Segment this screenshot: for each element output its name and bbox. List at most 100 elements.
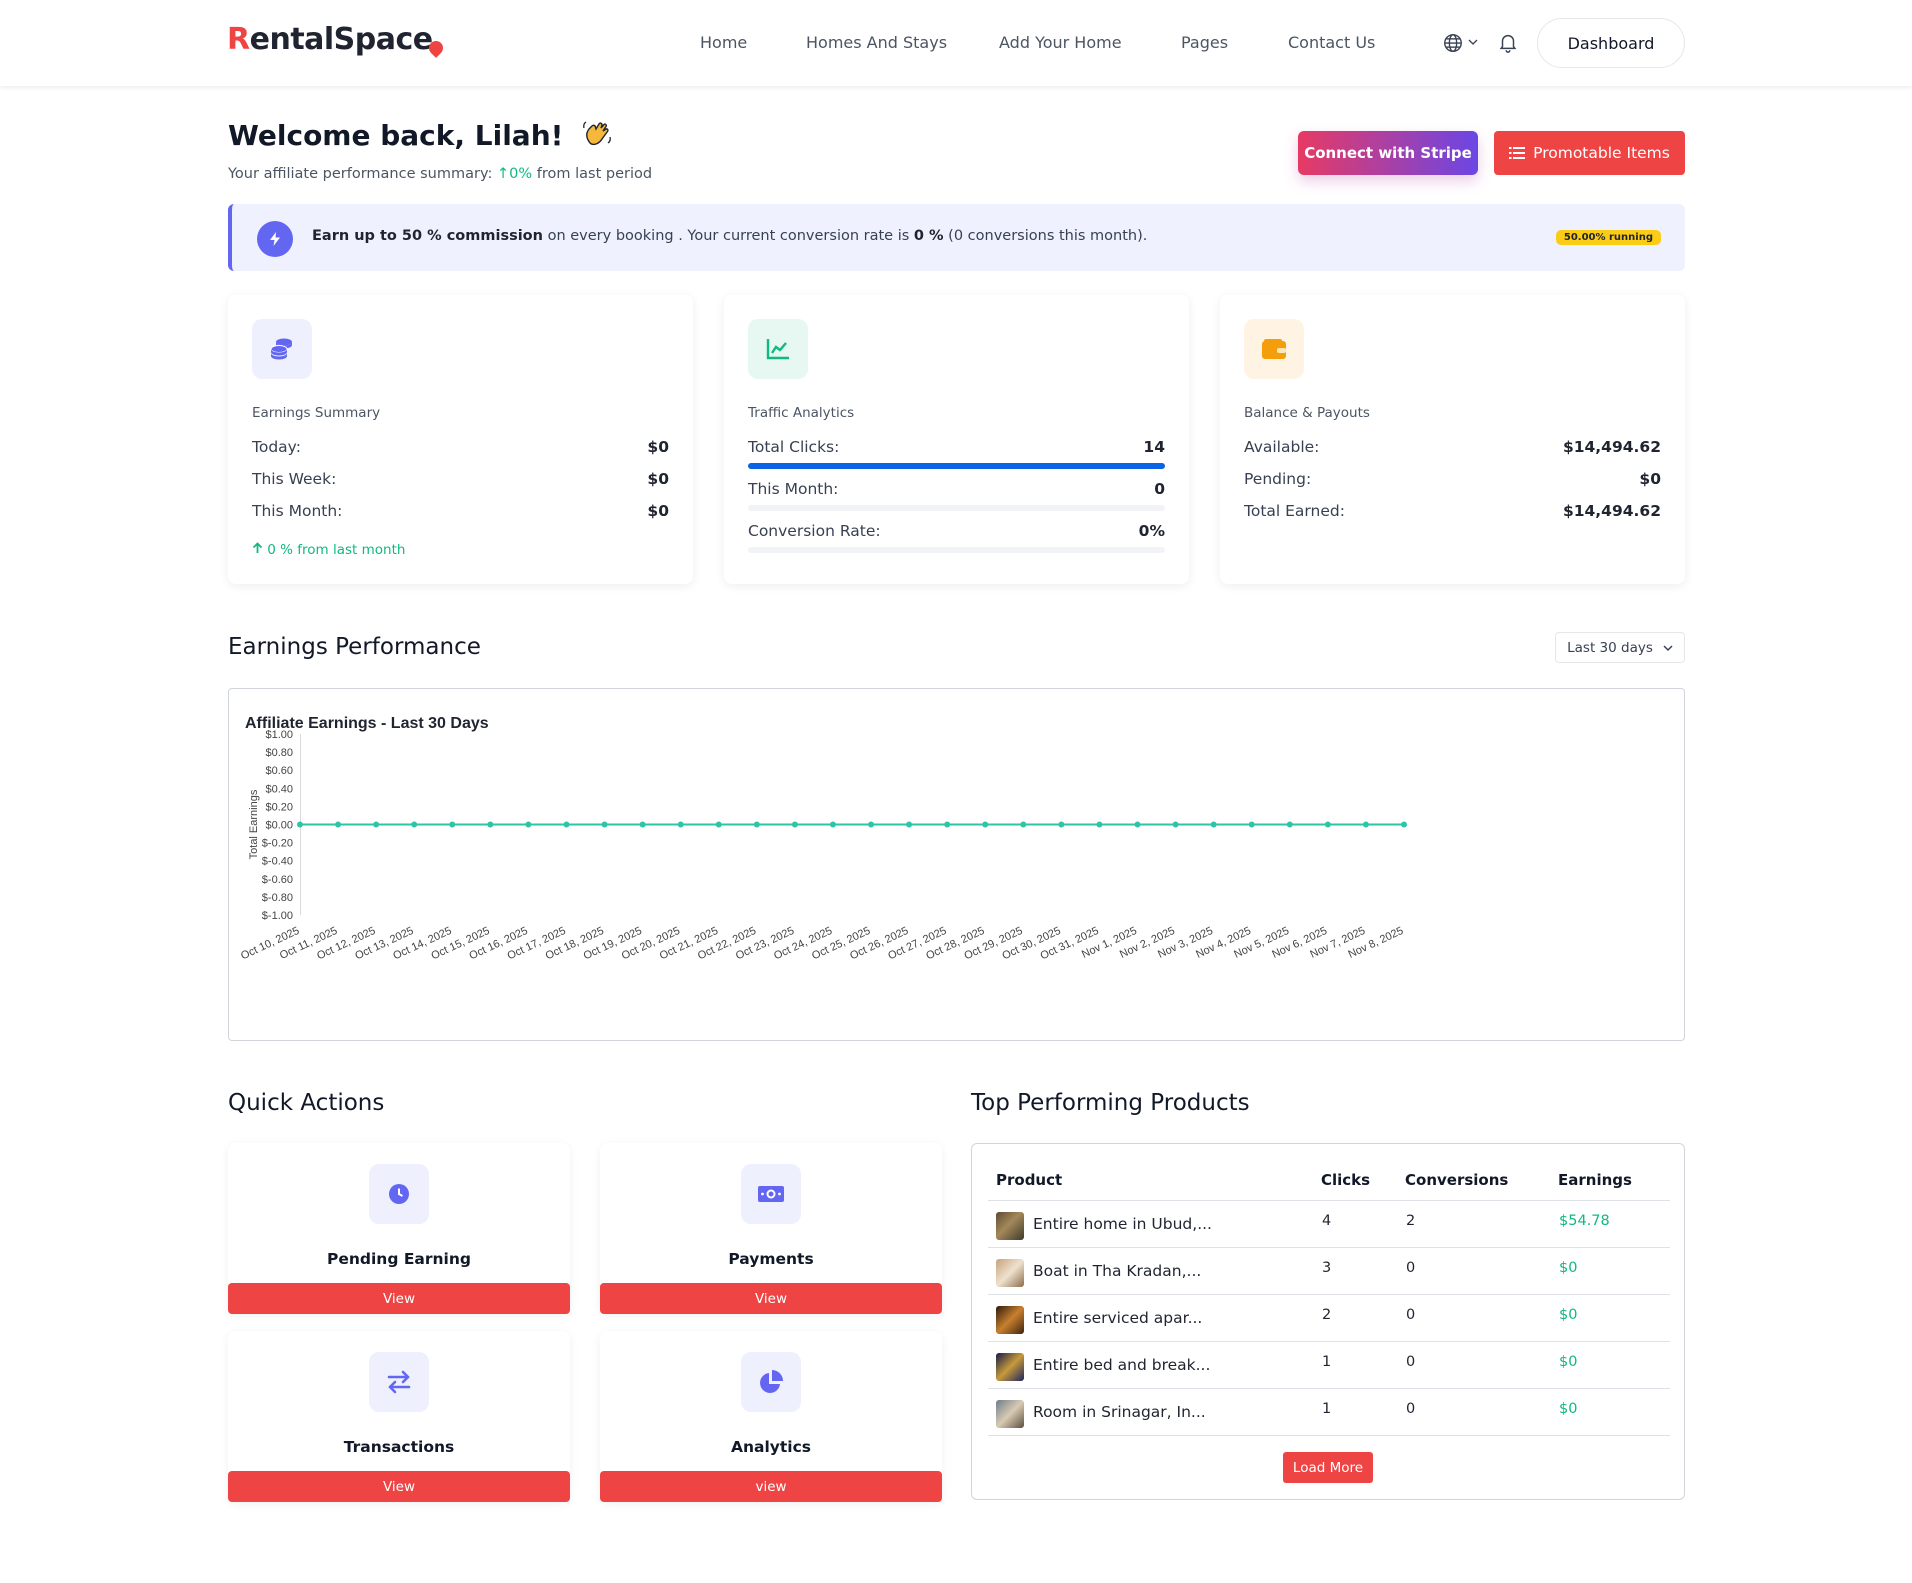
chevron-down-icon[interactable] — [1467, 36, 1479, 48]
table-row[interactable]: Entire home in Ubud,... 4 2 $54.78 — [988, 1200, 1670, 1247]
data-point — [1248, 821, 1255, 828]
analytics-view-button[interactable]: view — [600, 1471, 942, 1502]
column-header-conversions: Conversions — [1405, 1171, 1509, 1189]
quick-action-label: Pending Earning — [326, 1250, 471, 1268]
quick-action-label: Transactions — [343, 1438, 455, 1456]
running-badge: 50.00% running — [1555, 230, 1661, 245]
dashboard-button[interactable]: Dashboard — [1537, 18, 1685, 68]
bell-icon[interactable] — [1497, 31, 1519, 53]
y-tick-label: $-0.60 — [262, 874, 293, 886]
balance-payouts-card: Balance & Payouts Available: $14,494.62 P… — [1220, 295, 1685, 584]
trend-up-arrow: ↑ — [496, 166, 510, 182]
stat-row-this-month: This Month: $0 — [252, 502, 669, 520]
data-point — [563, 821, 570, 828]
date-range-select[interactable]: Last 30 days — [1555, 632, 1685, 663]
table-row[interactable]: Room in Srinagar, In... 1 0 $0 — [988, 1388, 1670, 1436]
product-thumbnail — [996, 1306, 1024, 1334]
data-point — [715, 821, 722, 828]
data-point — [449, 821, 456, 828]
stat-row-today: Today: $0 — [252, 438, 669, 456]
earnings-performance-title: Earnings Performance — [228, 634, 481, 660]
table-row[interactable]: Entire bed and break... 1 0 $0 — [988, 1341, 1670, 1388]
earnings-chart: Affiliate Earnings - Last 30 Days $1.00 $… — [228, 688, 1685, 1041]
data-point — [487, 821, 494, 828]
stat-row-this-month: This Month: 0 — [748, 480, 1165, 498]
nav-pages[interactable]: Pages — [1181, 33, 1228, 52]
summary-value: 0% — [509, 166, 533, 182]
data-point — [1134, 821, 1141, 828]
stat-row-available: Available: $14,494.62 — [1244, 438, 1661, 456]
stat-row-total-earned: Total Earned: $14,494.62 — [1244, 502, 1661, 520]
quick-action-label: Payments — [728, 1250, 814, 1268]
data-point — [982, 821, 989, 828]
quick-action-label: Analytics — [730, 1438, 812, 1456]
data-point — [1324, 821, 1331, 828]
payments-view-button[interactable]: View — [600, 1283, 942, 1314]
product-thumbnail — [996, 1400, 1024, 1428]
table-row[interactable]: Entire serviced apar... 2 0 $0 — [988, 1294, 1670, 1341]
data-point — [829, 821, 836, 828]
connect-stripe-button[interactable]: Connect with Stripe — [1298, 131, 1478, 175]
waving-hand-icon — [583, 121, 612, 146]
chevron-down-icon — [1663, 644, 1673, 651]
quick-action-transactions: Transactions View — [228, 1331, 570, 1502]
line-chart-icon — [748, 319, 808, 379]
data-point — [1096, 821, 1103, 828]
coins-icon — [252, 319, 312, 379]
data-point — [753, 821, 760, 828]
data-point — [525, 821, 532, 828]
data-point — [601, 821, 608, 828]
card-title: Traffic Analytics — [748, 405, 855, 421]
column-header-clicks: Clicks — [1321, 1171, 1371, 1189]
earnings-line-chart: $1.00 $0.80 $0.60 $0.40 $0.20 $0.00 $-0.20 $-0.… — [239, 729, 1407, 962]
stat-row-pending: Pending: $0 — [1244, 470, 1661, 488]
load-more-button[interactable]: Load More — [1283, 1452, 1373, 1483]
promotable-items-button[interactable]: Promotable Items — [1494, 131, 1685, 175]
data-point — [373, 821, 380, 828]
traffic-analytics-card: Traffic Analytics Total Clicks: 14 This M… — [724, 295, 1189, 584]
pending-earning-view-button[interactable]: View — [228, 1283, 570, 1314]
transactions-view-button[interactable]: View — [228, 1471, 570, 1502]
data-point — [1172, 821, 1179, 828]
y-tick-label: $0.40 — [265, 783, 293, 795]
nav-contact-us[interactable]: Contact Us — [1288, 33, 1375, 52]
conversion-rate-progress — [748, 547, 1165, 553]
rentalspace-logo[interactable]: RentalSpace — [227, 22, 447, 58]
data-point — [868, 821, 875, 828]
list-icon — [1509, 147, 1526, 159]
quick-action-payments: Payments View — [600, 1143, 942, 1314]
data-point — [944, 821, 951, 828]
y-tick-label: $-1.00 — [262, 910, 293, 922]
globe-icon[interactable] — [1442, 32, 1464, 54]
y-tick-label: $0.60 — [265, 765, 293, 777]
data-point — [335, 821, 342, 828]
card-title: Earnings Summary — [252, 405, 381, 421]
pie-chart-icon — [741, 1352, 801, 1412]
y-tick-label: $0.20 — [265, 801, 293, 813]
y-tick-label: $1.00 — [265, 729, 293, 741]
data-point — [297, 821, 303, 828]
column-header-earnings: Earnings — [1558, 1171, 1632, 1189]
nav-add-your-home[interactable]: Add Your Home — [999, 33, 1122, 52]
exchange-icon — [369, 1352, 429, 1412]
data-point — [906, 821, 913, 828]
stat-row-this-week: This Week: $0 — [252, 470, 669, 488]
table-row[interactable]: Boat in Tha Kradan,... 3 0 $0 — [988, 1247, 1670, 1294]
y-tick-label: $-0.40 — [262, 856, 293, 868]
y-axis-title: Total Earnings — [248, 789, 260, 859]
this-month-progress — [748, 505, 1165, 511]
data-point — [677, 821, 684, 828]
earnings-summary-card: Earnings Summary Today: $0 This Week: $0 T… — [228, 295, 693, 584]
lightning-icon — [257, 221, 293, 257]
data-point — [411, 821, 418, 828]
data-point — [1058, 821, 1065, 828]
page-title: Welcome back, Lilah! — [228, 118, 613, 152]
monthly-trend: 0 % from last month — [252, 542, 405, 558]
y-tick-label: $-0.80 — [262, 892, 293, 904]
column-header-product: Product — [996, 1171, 1063, 1189]
product-thumbnail — [996, 1212, 1024, 1240]
nav-home[interactable]: Home — [700, 33, 747, 52]
nav-homes-and-stays[interactable]: Homes And Stays — [806, 33, 947, 52]
data-point — [791, 821, 798, 828]
y-tick-label: $0.00 — [265, 820, 293, 832]
